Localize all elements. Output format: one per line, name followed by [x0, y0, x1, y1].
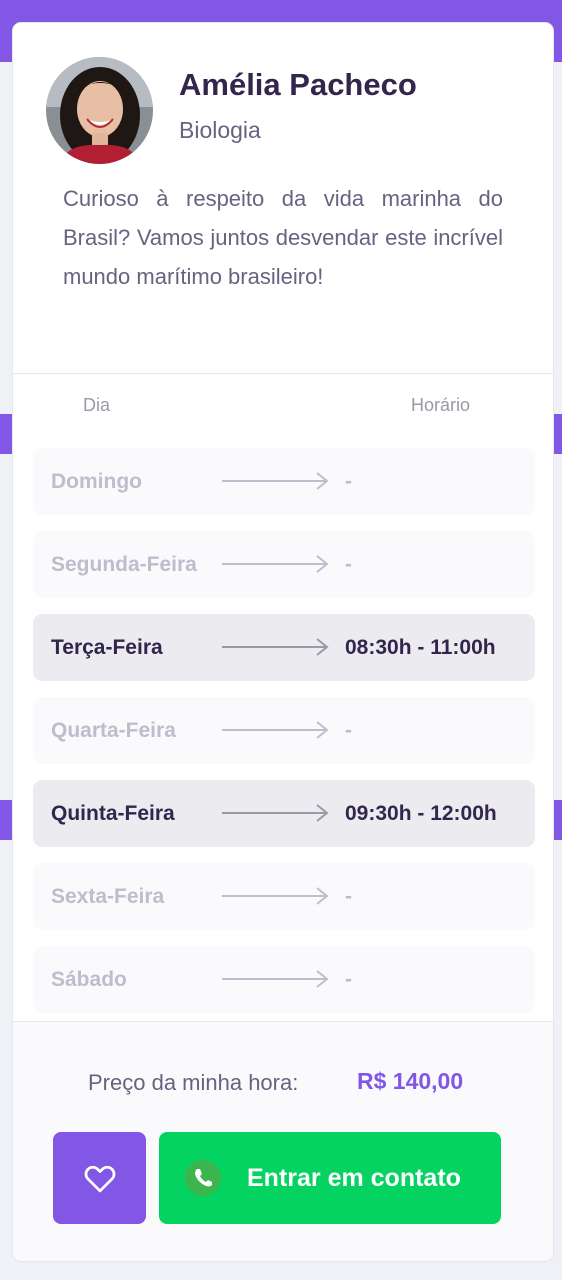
heart-icon — [84, 1165, 115, 1193]
schedule-row: Terça-Feira 08:30h - 11:00h — [33, 614, 535, 681]
schedule-row: Quinta-Feira 09:30h - 12:00h — [33, 780, 535, 847]
schedule-row: Segunda-Feira - — [33, 531, 535, 598]
schedule-row: Sexta-Feira - — [33, 863, 535, 930]
schedule-time: - — [345, 553, 352, 576]
contact-button[interactable]: Entrar em contato — [159, 1132, 501, 1224]
schedule-day: Sexta-Feira — [51, 885, 165, 908]
whatsapp-icon — [185, 1160, 221, 1196]
schedule-time: - — [345, 470, 352, 493]
teacher-card: Amélia Pacheco Biologia Curioso à respei… — [12, 22, 554, 1262]
avatar — [46, 57, 153, 164]
schedule-day: Quinta-Feira — [51, 802, 175, 825]
schedule-day: Terça-Feira — [51, 636, 163, 659]
schedule-day: Quarta-Feira — [51, 719, 176, 742]
arrow-right-icon — [222, 472, 329, 490]
schedule-row: Sábado - — [33, 946, 535, 1013]
schedule-list: Domingo - Segunda-Feira - Terça-Feira 08:30h … — [33, 448, 535, 1029]
arrow-right-icon — [222, 638, 329, 656]
schedule-time: 09:30h - 12:00h — [345, 802, 497, 825]
schedule-time: 08:30h - 11:00h — [345, 636, 496, 659]
schedule-day: Sábado — [51, 968, 127, 991]
teacher-bio: Curioso à respeito da vida marinha do Br… — [63, 186, 503, 289]
price-value: R$ 140,00 — [357, 1068, 464, 1094]
price-label: Preço da minha hora: — [88, 1070, 299, 1095]
card-footer: Preço da minha hora: R$ 140,00 Entrar em… — [13, 1021, 553, 1261]
schedule-time: - — [345, 885, 352, 908]
arrow-right-icon — [222, 887, 329, 905]
arrow-right-icon — [222, 721, 329, 739]
contact-button-label: Entrar em contato — [247, 1163, 461, 1192]
schedule-row: Quarta-Feira - — [33, 697, 535, 764]
teacher-name: Amélia Pacheco — [179, 67, 417, 102]
favorite-button[interactable] — [53, 1132, 146, 1224]
teacher-header: Amélia Pacheco Biologia Curioso à respei… — [13, 23, 553, 373]
divider — [13, 373, 553, 374]
schedule-day: Domingo — [51, 470, 142, 493]
day-column-header: Dia — [83, 395, 111, 415]
arrow-right-icon — [222, 970, 329, 988]
arrow-right-icon — [222, 555, 329, 573]
teacher-subject: Biologia — [179, 117, 261, 143]
arrow-right-icon — [222, 804, 329, 822]
schedule-time: - — [345, 968, 352, 991]
schedule-time: - — [345, 719, 352, 742]
schedule-header: Dia Horário — [13, 393, 553, 423]
time-column-header: Horário — [411, 395, 471, 415]
schedule-row: Domingo - — [33, 448, 535, 515]
schedule-day: Segunda-Feira — [51, 553, 197, 576]
